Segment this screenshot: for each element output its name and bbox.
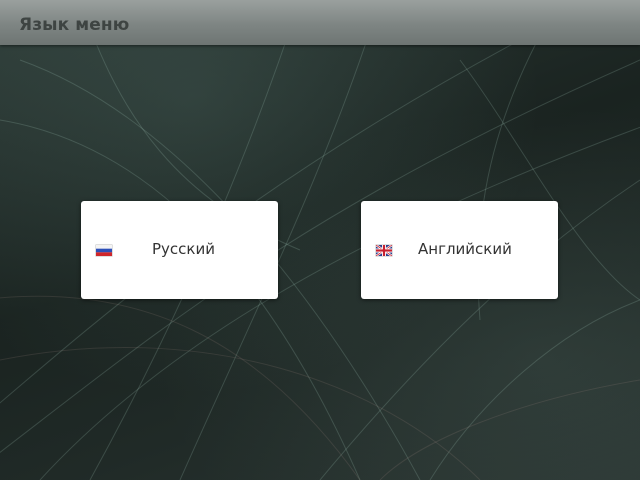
language-russian-button[interactable]: Русский [81,201,278,299]
language-label: Английский [418,240,512,258]
uk-flag-icon [376,245,392,256]
title-bar: Язык меню [0,0,640,45]
page-title: Язык меню [19,15,130,35]
russia-flag-icon [96,245,112,256]
language-english-button[interactable]: Английский [361,201,558,299]
language-label: Русский [152,240,215,258]
